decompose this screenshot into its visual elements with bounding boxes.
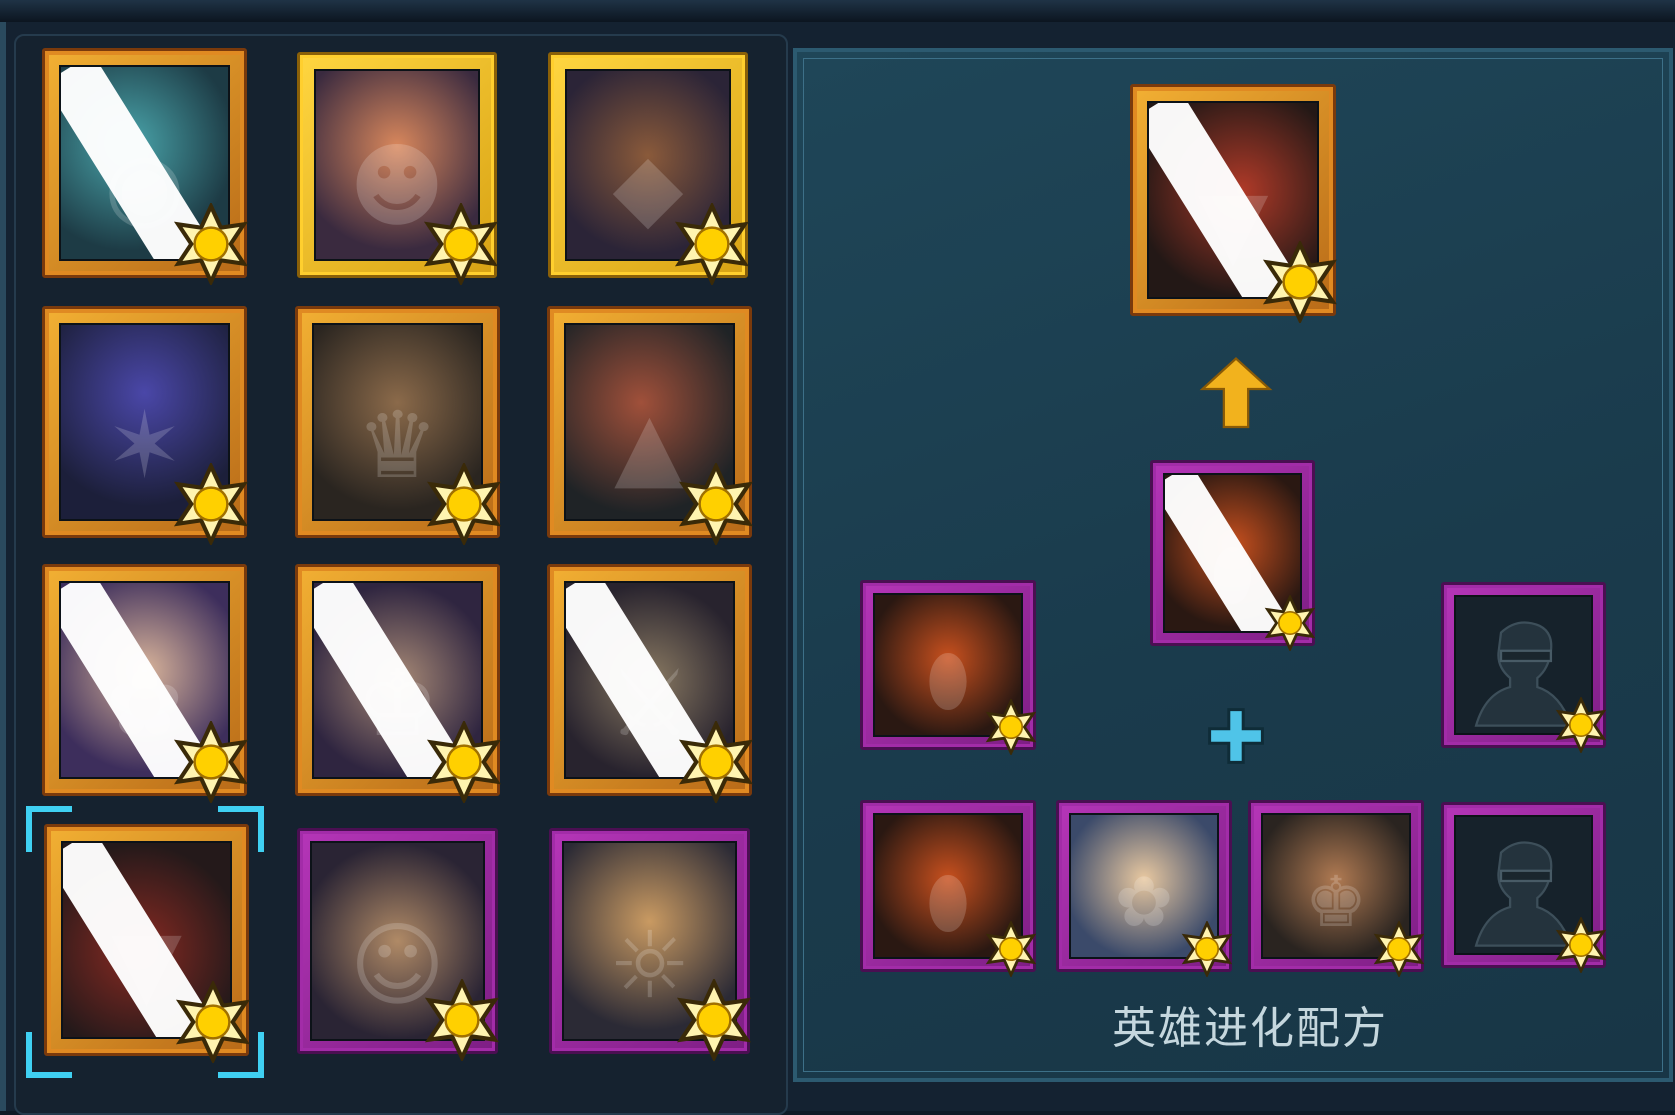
star-badge-icon <box>173 463 249 545</box>
selection-corner-bottom-right <box>218 1032 264 1078</box>
star-badge-icon <box>1264 595 1316 651</box>
material-card-bearded-king[interactable]: ♚ <box>1248 800 1425 977</box>
hero-card-blue-haired-sorceress[interactable]: ✿ <box>42 564 249 803</box>
star-badge-icon <box>678 463 754 545</box>
star-badge-icon <box>173 721 249 803</box>
selection-corner-top-right <box>218 806 264 852</box>
star-badge-icon <box>1262 241 1338 323</box>
star-badge-icon <box>426 721 502 803</box>
hero-card-visor-knight[interactable]: ⚔ <box>547 564 754 803</box>
star-badge-icon <box>674 203 750 285</box>
selection-corner-top-left <box>26 806 72 852</box>
star-badge-icon <box>985 921 1037 977</box>
star-badge-icon <box>678 721 754 803</box>
star-badge-icon <box>1373 921 1425 977</box>
hero-card-crowned-warrior[interactable]: ♛ <box>295 306 502 545</box>
evolution-base-card[interactable]: ⬮ <box>1150 460 1316 651</box>
star-badge-icon <box>1181 921 1233 977</box>
plus-icon <box>1208 708 1264 764</box>
hero-card-goggle-merchant[interactable]: ☺ <box>297 828 500 1061</box>
hero-card-duck-hat-wizard[interactable]: ✶ <box>42 306 249 545</box>
evolution-result-card[interactable]: ▼ <box>1130 84 1338 323</box>
star-badge-icon <box>424 979 500 1061</box>
material-card-lava-egg[interactable]: ⬮ <box>860 580 1037 755</box>
material-card-silhouette[interactable] <box>1441 802 1607 973</box>
star-badge-icon <box>1555 917 1607 973</box>
star-badge-icon <box>676 979 752 1061</box>
arrow-up-icon <box>1199 357 1273 429</box>
selection-corner-bottom-left <box>26 1032 72 1078</box>
hero-card-goggle-old-king[interactable]: ♔ <box>295 564 502 803</box>
star-badge-icon <box>985 699 1037 755</box>
material-card-blonde-elf[interactable]: ✿ <box>1056 800 1233 977</box>
star-badge-icon <box>423 203 499 285</box>
hero-card-eyepatch-pilot[interactable]: ☼ <box>549 828 752 1061</box>
star-badge-icon <box>426 463 502 545</box>
hero-card-veiled-priestess[interactable]: ◆ <box>548 52 750 285</box>
material-card-lava-egg[interactable]: ⬮ <box>860 800 1037 977</box>
hero-card-red-dragon[interactable]: ▼ <box>44 824 251 1063</box>
hero-card-bubblegum-girl[interactable]: ☻ <box>297 52 499 285</box>
material-card-silhouette[interactable] <box>1441 582 1607 753</box>
recipe-title: 英雄进化配方 <box>1112 1003 1388 1054</box>
star-badge-icon <box>1555 697 1607 753</box>
hero-card-golden-dragon[interactable]: ▲ <box>547 306 754 545</box>
hero-card-cyclops-robot[interactable]: ◉ <box>42 48 249 285</box>
star-badge-icon <box>173 203 249 285</box>
